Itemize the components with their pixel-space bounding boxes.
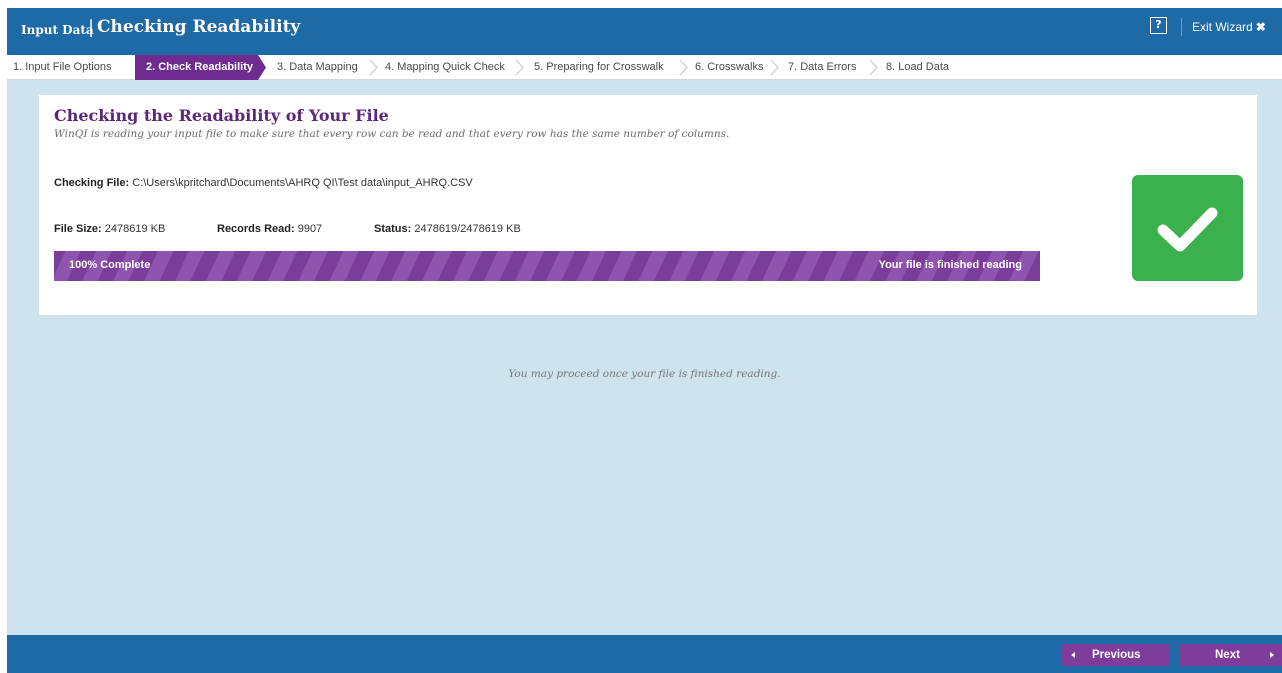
file-size-value: 2478619 KB: [104, 223, 166, 235]
progress-bar: 100% Complete Your file is finished read…: [54, 251, 1040, 281]
checking-file-row: Checking File: C:\Users\kpritchard\Docum…: [54, 177, 473, 189]
file-size-stat: File Size: 2478619 KB: [54, 223, 165, 235]
chevron-right-icon: [679, 60, 688, 75]
records-read-label: Records Read:: [217, 223, 295, 235]
next-label: Next: [1215, 649, 1240, 661]
card-subtitle: WinQI is reading your input file to make…: [54, 128, 730, 140]
checking-file-path: C:\Users\kpritchard\Documents\AHRQ QI\Te…: [132, 177, 473, 189]
chevron-right-icon: [770, 60, 779, 75]
step-crosswalks[interactable]: 6. Crosswalks: [695, 55, 763, 80]
arrow-right-icon: [1270, 652, 1274, 658]
file-size-label: File Size:: [54, 223, 102, 235]
success-status-tile: [1132, 175, 1243, 281]
status-label: Status:: [374, 223, 412, 235]
previous-label: Previous: [1092, 649, 1141, 661]
checking-file-label: Checking File:: [54, 177, 130, 189]
wizard-window: Input Data | Checking Readability ? Exit…: [7, 8, 1282, 673]
step-input-file-options[interactable]: 1. Input File Options: [13, 55, 111, 80]
section-title: Input Data: [21, 23, 94, 37]
status-value: 2478619/2478619 KB: [414, 223, 521, 235]
status-stat: Status: 2478619/2478619 KB: [374, 223, 521, 235]
records-read-value: 9907: [297, 223, 323, 235]
exit-wizard-label: Exit Wizard: [1192, 20, 1253, 34]
step-data-mapping[interactable]: 3. Data Mapping: [277, 55, 358, 80]
next-button[interactable]: Next: [1179, 644, 1282, 666]
exit-wizard-button[interactable]: Exit Wizard ✖: [1192, 20, 1266, 34]
title-separator: |: [88, 17, 95, 38]
step-preparing-for-crosswalk[interactable]: 5. Preparing for Crosswalk: [534, 55, 664, 80]
step-mapping-quick-check[interactable]: 4. Mapping Quick Check: [385, 55, 505, 80]
progress-percent-text: 100% Complete: [69, 259, 151, 271]
checkmark-icon: [1157, 207, 1218, 252]
readability-card: Checking the Readability of Your File Wi…: [39, 95, 1257, 315]
close-icon: ✖: [1255, 20, 1266, 34]
header-divider: [1181, 18, 1182, 36]
wizard-steps: 1. Input File Options 2. Check Readabili…: [7, 55, 1282, 80]
card-title: Checking the Readability of Your File: [54, 106, 389, 125]
progress-status-text: Your file is finished reading: [878, 259, 1022, 271]
step-data-errors[interactable]: 7. Data Errors: [788, 55, 856, 80]
proceed-message: You may proceed once your file is finish…: [508, 368, 781, 380]
help-button[interactable]: ?: [1150, 17, 1167, 34]
header-bar: Input Data | Checking Readability ? Exit…: [7, 8, 1282, 55]
step-check-readability[interactable]: 2. Check Readability: [135, 55, 266, 80]
chevron-right-icon: [515, 60, 524, 75]
previous-button[interactable]: Previous: [1061, 644, 1169, 666]
chevron-right-icon: [869, 60, 878, 75]
page-title: Checking Readability: [97, 17, 301, 37]
records-read-stat: Records Read: 9907: [217, 223, 322, 235]
footer-bar: Previous Next: [7, 635, 1282, 673]
arrow-left-icon: [1071, 652, 1075, 658]
chevron-right-icon: [369, 60, 378, 75]
step-load-data[interactable]: 8. Load Data: [886, 55, 949, 80]
